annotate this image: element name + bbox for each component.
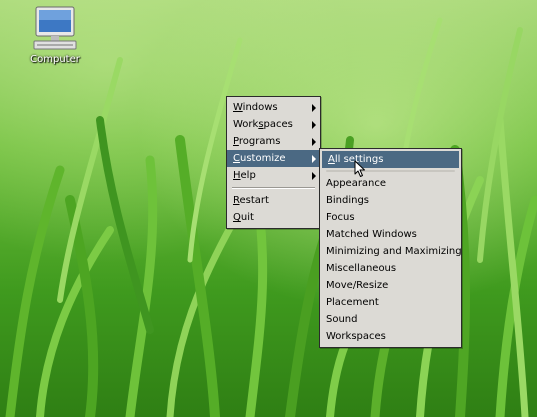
menu-item-focus[interactable]: Focus [320, 209, 461, 226]
menu-item-miscellaneous[interactable]: Miscellaneous [320, 260, 461, 277]
menu-item-quit[interactable]: Quit [227, 209, 320, 226]
mnemonic: W [233, 102, 243, 113]
menu-item-restart[interactable]: Restart [227, 192, 320, 209]
submenu-arrow-icon [312, 172, 316, 180]
computer-icon [33, 6, 77, 50]
submenu-arrow-icon [312, 104, 316, 112]
desktop-icon-label: Computer [30, 54, 80, 65]
menu-item-label: estart [239, 195, 269, 206]
submenu-arrow-icon [312, 138, 316, 146]
menu-item-all-settings[interactable]: All settings [322, 151, 459, 168]
mouse-pointer-icon [354, 160, 365, 177]
menu-item-label: indows [242, 102, 278, 113]
submenu-arrow-icon [312, 121, 316, 129]
mnemonic: C [233, 153, 240, 164]
menu-item-bindings[interactable]: Bindings [320, 192, 461, 209]
menu-item-sound[interactable]: Sound [320, 311, 461, 328]
menu-item-customize[interactable]: Customize [227, 150, 320, 167]
customize-submenu: All settings Appearance Bindings Focus M… [319, 148, 462, 348]
root-menu: Windows Workspaces Programs Customize He… [226, 96, 321, 229]
menu-item-label: paces [263, 119, 293, 130]
desktop-icon-computer[interactable]: Computer [27, 4, 83, 65]
menu-item-minimizing-maximizing[interactable]: Minimizing and Maximizing [320, 243, 462, 260]
menu-separator [326, 170, 455, 172]
mnemonic: A [328, 154, 335, 165]
menu-item-windows[interactable]: Windows [227, 99, 320, 116]
mnemonic: H [233, 170, 241, 181]
menu-separator [232, 187, 315, 189]
menu-item-label: Work [233, 119, 259, 130]
submenu-arrow-icon [312, 155, 316, 163]
menu-item-label: rograms [238, 136, 281, 147]
menu-item-help[interactable]: Help [227, 167, 320, 184]
menu-item-appearance[interactable]: Appearance [320, 175, 461, 192]
menu-item-workspaces[interactable]: Workspaces [227, 116, 320, 133]
menu-item-label: elp [240, 170, 256, 181]
menu-item-placement[interactable]: Placement [320, 294, 461, 311]
menu-item-label: ustomize [239, 153, 286, 164]
mnemonic: Q [233, 212, 241, 223]
menu-item-workspaces-settings[interactable]: Workspaces [320, 328, 461, 345]
menu-item-programs[interactable]: Programs [227, 133, 320, 150]
menu-item-label: uit [240, 212, 254, 223]
menu-item-move-resize[interactable]: Move/Resize [320, 277, 461, 294]
menu-item-matched-windows[interactable]: Matched Windows [320, 226, 461, 243]
